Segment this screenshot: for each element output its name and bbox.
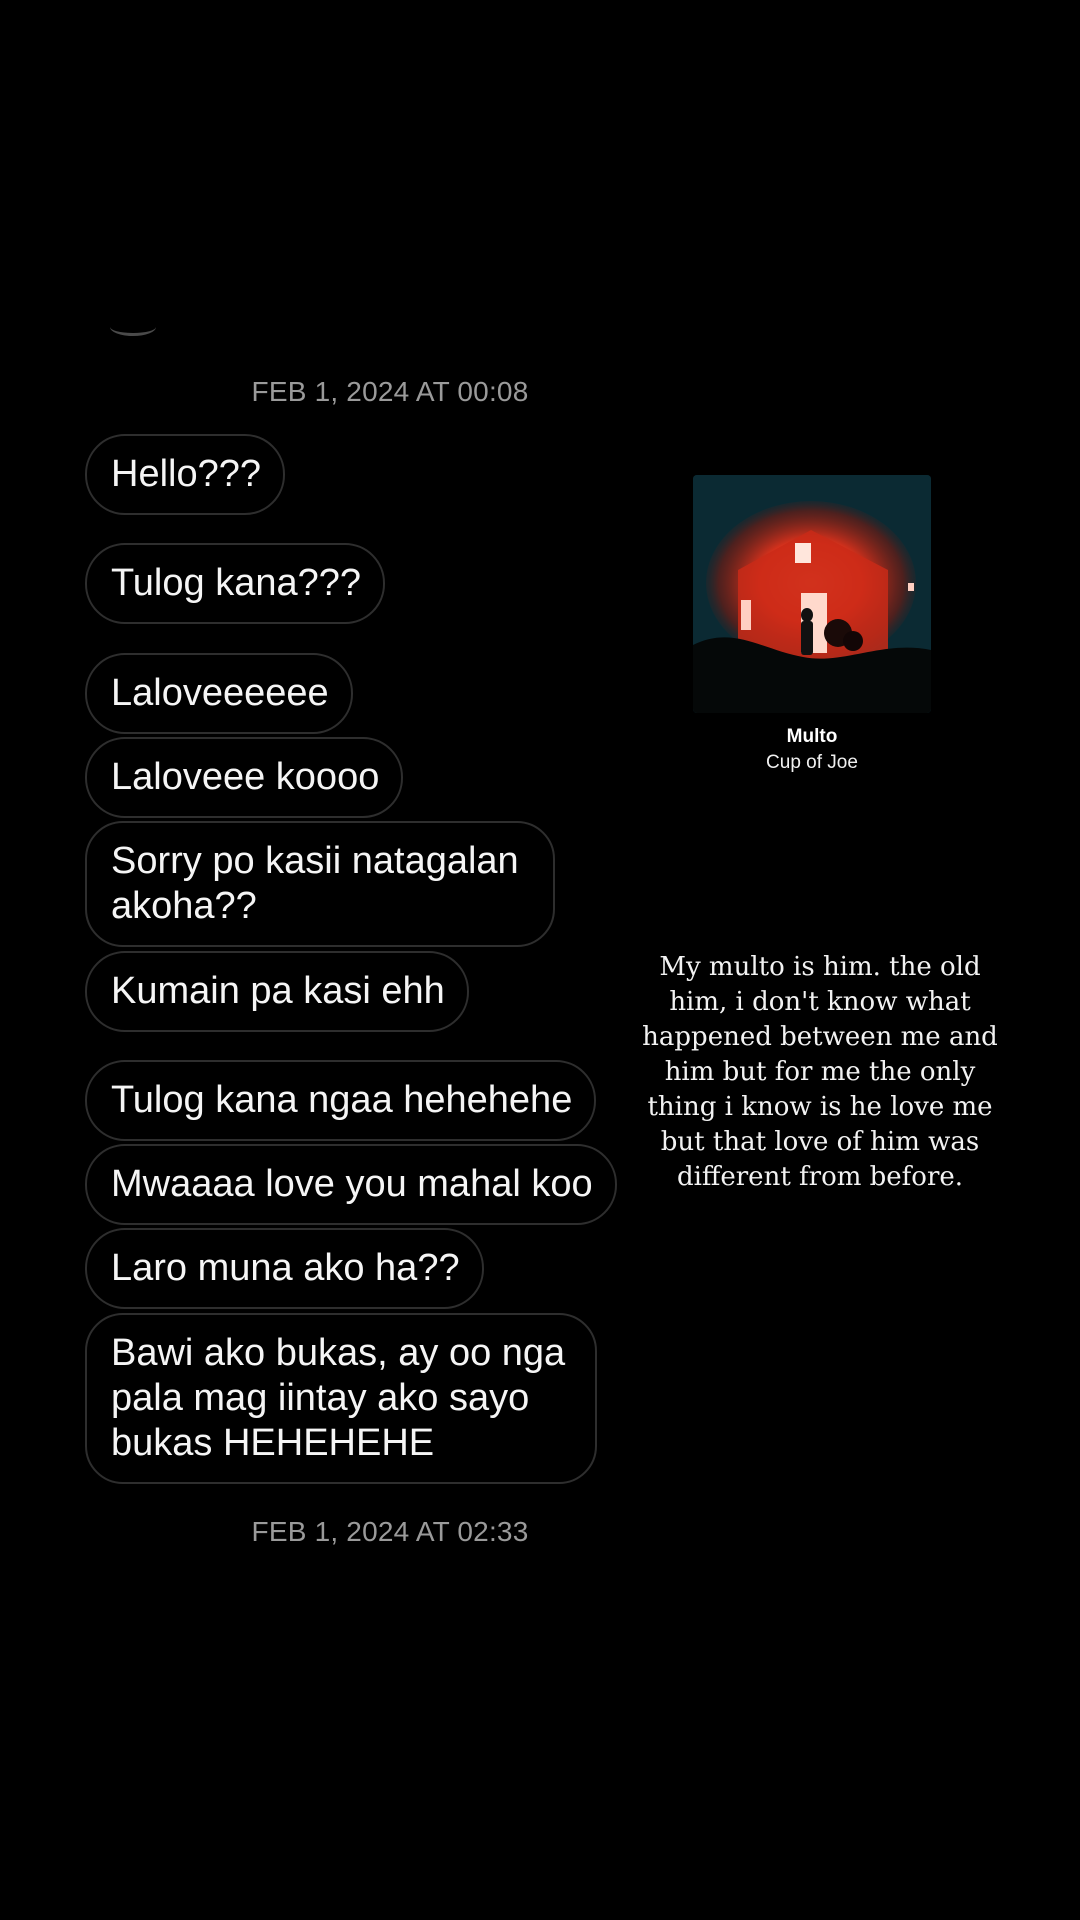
story-screen: { "conversation": { "timestamp_top": "FE… xyxy=(0,0,1080,1920)
message-bubble[interactable]: Laloveeeeee xyxy=(85,653,353,734)
message-timestamp: FEB 1, 2024 AT 00:08 xyxy=(251,376,529,407)
song-artist: Cup of Joe xyxy=(766,752,858,773)
message-bubble[interactable]: Sorry po kasii natagalan akoha?? xyxy=(85,821,555,947)
message-bubble[interactable]: Laro muna ako ha?? xyxy=(85,1228,484,1309)
message-bubble[interactable]: Kumain pa kasi ehh xyxy=(85,951,469,1032)
caption-text: My multo is him. the old him, i don't kn… xyxy=(642,952,998,1192)
message-bubble[interactable]: Laloveee koooo xyxy=(85,737,404,818)
album-art[interactable] xyxy=(693,475,931,713)
message-bubble[interactable]: Bawi ako bukas, ay oo nga pala mag iinta… xyxy=(85,1313,597,1484)
message-bubble[interactable]: Tulog kana ngaa hehehehe xyxy=(85,1060,597,1141)
avatar xyxy=(110,318,156,336)
house-glow-icon xyxy=(693,475,931,713)
song-title: Multo xyxy=(786,726,838,747)
message-bubble[interactable]: Mwaaaa love you mahal koo xyxy=(85,1144,617,1225)
message-timestamp: FEB 1, 2024 AT 02:33 xyxy=(251,1516,529,1547)
message-bubble[interactable]: Hello??? xyxy=(85,434,285,515)
message-bubble[interactable]: Tulog kana??? xyxy=(85,543,386,624)
